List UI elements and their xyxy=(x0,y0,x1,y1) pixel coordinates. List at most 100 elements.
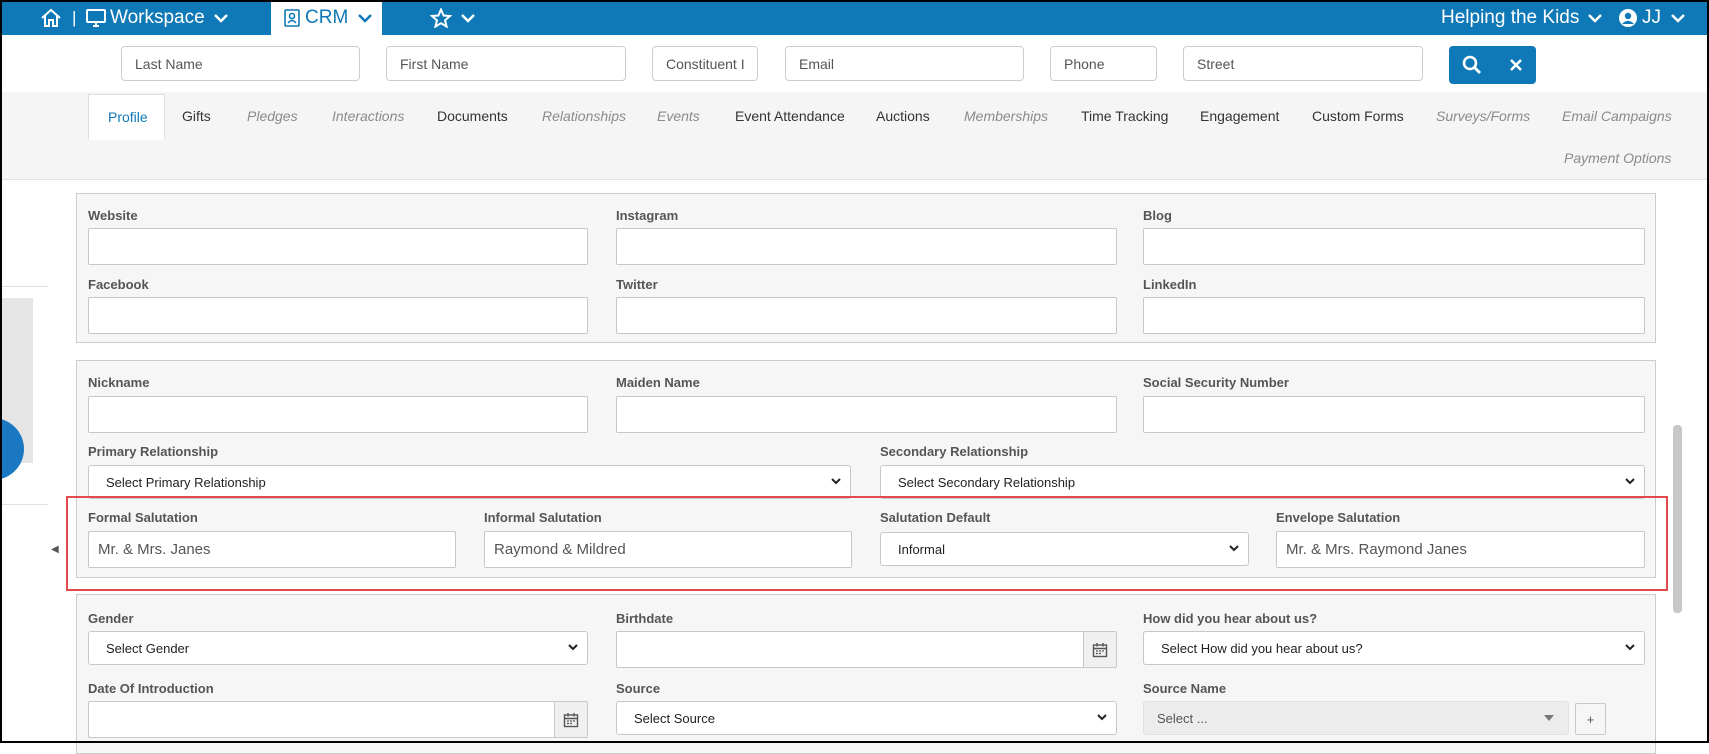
record-tabs: Profile Gifts Pledges Interactions Docum… xyxy=(0,92,1709,180)
formal-salutation-label: Formal Salutation xyxy=(88,510,198,525)
chevron-down-icon xyxy=(461,13,475,23)
tab-custom-forms[interactable]: Custom Forms xyxy=(1312,108,1404,124)
organization-menu[interactable]: Helping the Kids xyxy=(1441,0,1603,35)
add-source-name-button[interactable]: + xyxy=(1575,703,1606,735)
how-heard-value: Select How did you hear about us? xyxy=(1161,640,1363,656)
source-name-value: Select ... xyxy=(1157,710,1208,726)
tab-profile-label: Profile xyxy=(108,109,148,125)
source-name-select[interactable]: Select ... xyxy=(1143,701,1569,735)
gender-label: Gender xyxy=(88,611,134,626)
clear-search-icon[interactable] xyxy=(1509,58,1523,72)
tab-relationships[interactable]: Relationships xyxy=(542,108,626,124)
tab-auctions[interactable]: Auctions xyxy=(876,108,930,124)
calendar-icon[interactable] xyxy=(1083,632,1116,667)
chevron-down-icon xyxy=(358,13,373,23)
envelope-salutation-label: Envelope Salutation xyxy=(1276,510,1401,525)
chevron-down-icon xyxy=(1229,545,1239,552)
email-search-input[interactable] xyxy=(785,46,1024,81)
caret-down-icon xyxy=(1544,715,1554,721)
envelope-salutation-field[interactable]: Mr. & Mrs. Raymond Janes xyxy=(1276,531,1645,568)
source-select[interactable]: Select Source xyxy=(616,701,1117,735)
tab-profile[interactable]: Profile xyxy=(88,94,165,140)
page-scrollbar[interactable] xyxy=(1673,425,1682,613)
top-navigation-bar: | Workspace CRM Helping the Kids JJ xyxy=(0,0,1709,35)
primary-relationship-value: Select Primary Relationship xyxy=(106,474,266,490)
constituent-id-search-input[interactable] xyxy=(652,46,758,81)
phone-search-input[interactable] xyxy=(1050,46,1157,81)
demographics-panel: Gender Select Gender Birthdate How did y… xyxy=(76,594,1656,754)
formal-salutation-field[interactable]: Mr. & Mrs. Janes xyxy=(88,531,456,568)
salutation-default-select[interactable]: Informal xyxy=(880,532,1249,566)
ssn-field[interactable] xyxy=(1143,396,1645,433)
calendar-icon[interactable] xyxy=(554,702,587,737)
tab-surveys-forms[interactable]: Surveys/Forms xyxy=(1436,108,1530,124)
nickname-field[interactable] xyxy=(88,396,588,433)
chevron-down-icon xyxy=(1588,13,1603,23)
tab-documents[interactable]: Documents xyxy=(437,108,508,124)
organization-name: Helping the Kids xyxy=(1441,6,1580,28)
search-icon[interactable] xyxy=(1462,55,1482,75)
gender-select[interactable]: Select Gender xyxy=(88,631,588,665)
informal-salutation-value: Raymond & Mildred xyxy=(494,541,626,558)
constituent-search-bar xyxy=(0,46,1709,84)
informal-salutation-field[interactable]: Raymond & Mildred xyxy=(484,531,852,568)
linkedin-field[interactable] xyxy=(1143,297,1645,334)
collapse-left-icon[interactable]: ◀ xyxy=(51,544,59,555)
tab-events[interactable]: Events xyxy=(657,108,700,124)
tab-time-tracking[interactable]: Time Tracking xyxy=(1081,108,1168,124)
informal-salutation-label: Informal Salutation xyxy=(484,510,602,525)
tab-interactions[interactable]: Interactions xyxy=(332,108,404,124)
tab-memberships[interactable]: Memberships xyxy=(964,108,1048,124)
chevron-down-icon xyxy=(568,644,578,651)
crm-menu[interactable]: CRM xyxy=(271,0,382,35)
last-name-search-input[interactable] xyxy=(121,46,360,81)
contact-card-icon xyxy=(284,8,300,27)
tab-pledges[interactable]: Pledges xyxy=(247,108,298,124)
star-icon xyxy=(430,7,452,28)
chevron-down-icon xyxy=(213,13,228,23)
chevron-down-icon xyxy=(1625,644,1635,651)
nav-separator: | xyxy=(72,7,77,27)
user-menu[interactable]: JJ xyxy=(1618,0,1686,35)
facebook-label: Facebook xyxy=(88,277,149,292)
facebook-field[interactable] xyxy=(88,297,588,334)
tab-event-attendance[interactable]: Event Attendance xyxy=(735,108,845,124)
monitor-icon xyxy=(86,8,106,27)
crm-label: CRM xyxy=(305,6,349,28)
instagram-field[interactable] xyxy=(616,228,1117,265)
how-heard-select[interactable]: Select How did you hear about us? xyxy=(1143,631,1645,665)
user-initials: JJ xyxy=(1642,6,1661,28)
personal-details-panel: Nickname Maiden Name Social Security Num… xyxy=(76,360,1656,578)
secondary-relationship-value: Select Secondary Relationship xyxy=(898,474,1076,490)
secondary-relationship-select[interactable]: Select Secondary Relationship xyxy=(880,465,1645,499)
chevron-down-icon xyxy=(831,478,841,485)
tab-email-campaigns[interactable]: Email Campaigns xyxy=(1562,108,1672,124)
twitter-label: Twitter xyxy=(616,277,658,292)
workspace-menu[interactable]: Workspace xyxy=(85,0,229,35)
primary-relationship-label: Primary Relationship xyxy=(88,444,219,459)
maiden-name-label: Maiden Name xyxy=(616,375,700,390)
tab-payment-options[interactable]: Payment Options xyxy=(1564,150,1671,166)
formal-salutation-value: Mr. & Mrs. Janes xyxy=(98,541,211,558)
website-field[interactable] xyxy=(88,228,588,265)
ssn-label: Social Security Number xyxy=(1143,375,1289,390)
first-name-search-input[interactable] xyxy=(386,46,626,81)
maiden-name-field[interactable] xyxy=(616,396,1117,433)
date-of-introduction-field[interactable] xyxy=(88,701,588,738)
search-button-group xyxy=(1449,46,1536,84)
chevron-down-icon xyxy=(1097,714,1107,721)
birthdate-field[interactable] xyxy=(616,631,1117,668)
blog-field[interactable] xyxy=(1143,228,1645,265)
gutter-divider xyxy=(0,286,48,287)
twitter-field[interactable] xyxy=(616,297,1117,334)
primary-relationship-select[interactable]: Select Primary Relationship xyxy=(88,465,851,499)
favorites-menu[interactable] xyxy=(430,0,476,35)
user-avatar-icon xyxy=(1619,8,1637,27)
envelope-salutation-value: Mr. & Mrs. Raymond Janes xyxy=(1286,541,1467,558)
date-of-introduction-label: Date Of Introduction xyxy=(88,681,214,696)
tab-engagement[interactable]: Engagement xyxy=(1200,108,1279,124)
source-name-label: Source Name xyxy=(1143,681,1227,696)
street-search-input[interactable] xyxy=(1183,46,1423,81)
home-icon[interactable] xyxy=(40,0,62,35)
tab-gifts[interactable]: Gifts xyxy=(182,108,211,124)
